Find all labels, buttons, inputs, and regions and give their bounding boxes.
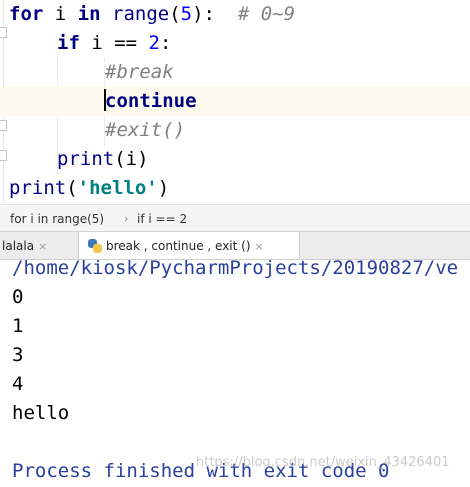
code-text: )	[157, 177, 170, 199]
breadcrumb-item[interactable]: if i == 2	[137, 205, 187, 233]
builtin: range	[112, 3, 170, 25]
comment: # 0~9	[237, 3, 296, 25]
output-line: 4	[12, 373, 24, 395]
output-line: 1	[12, 315, 24, 337]
code-line-5[interactable]: #exit()	[0, 116, 470, 145]
comment: #break	[105, 61, 174, 83]
breadcrumb-item[interactable]: for i in range(5)	[10, 205, 104, 233]
code-editor[interactable]: for i in range(5): # 0~9 if i == 2: #bre…	[0, 0, 470, 204]
code-text: ):	[192, 3, 238, 25]
keyword: in	[77, 3, 101, 25]
breadcrumb: for i in range(5) › if i == 2	[0, 204, 470, 232]
close-icon[interactable]: ×	[38, 240, 47, 253]
comment: #exit()	[105, 119, 186, 141]
number: 2	[148, 32, 160, 54]
chevron-right-icon: ›	[124, 212, 129, 225]
code-line-1[interactable]: for i in range(5): # 0~9	[0, 0, 470, 29]
code-line-7[interactable]: print('hello')	[0, 174, 470, 203]
code-text: (	[169, 3, 181, 25]
tab-label: break , continue , exit ()	[106, 239, 251, 253]
keyword: if	[57, 32, 80, 54]
code-line-2[interactable]: if i == 2:	[0, 29, 470, 58]
watermark: https://blog.csdn.net/weixin_43426401	[196, 455, 450, 470]
keyword: for	[9, 3, 44, 25]
tab-label: lalala	[2, 239, 35, 253]
code-text: i ==	[79, 32, 149, 54]
code-text: (i)	[114, 148, 149, 170]
code-line-6[interactable]: print(i)	[0, 145, 470, 174]
code-line-4-current[interactable]: continue	[0, 87, 470, 116]
code-text: i	[43, 3, 78, 25]
code-line-3[interactable]: #break	[0, 58, 470, 87]
run-tab-lalala[interactable]: lalala ×	[0, 232, 76, 259]
output-line: 3	[12, 344, 24, 366]
run-console[interactable]: /home/kiosk/PycharmProjects/20190827/ve …	[0, 260, 470, 487]
string-literal: 'hello'	[77, 177, 158, 199]
builtin: print	[57, 148, 115, 170]
code-text: :	[159, 32, 172, 54]
run-tab-bar: lalala × break , continue , exit () ×	[0, 232, 470, 260]
keyword: continue	[105, 90, 197, 112]
interpreter-path[interactable]: /home/kiosk/PycharmProjects/20190827/ve	[12, 260, 458, 283]
builtin: print	[9, 177, 67, 199]
number: 5	[180, 3, 193, 25]
python-file-icon	[88, 239, 102, 253]
close-icon[interactable]: ×	[255, 240, 264, 253]
code-text: (	[66, 177, 78, 199]
output-line: 0	[12, 286, 24, 308]
run-tab-break-continue-exit[interactable]: break , continue , exit () ×	[78, 232, 300, 259]
output-line: hello	[12, 402, 70, 424]
